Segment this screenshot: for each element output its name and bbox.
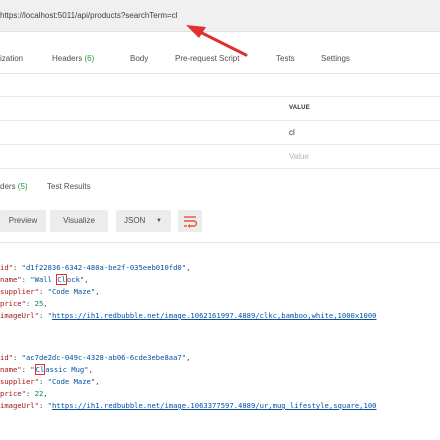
json-line-supplier: supplier": "Code Maze", bbox=[0, 377, 100, 386]
wrap-lines-button[interactable] bbox=[178, 210, 202, 232]
json-line-supplier: supplier": "Code Maze", bbox=[0, 287, 100, 296]
param-value[interactable]: cl bbox=[289, 128, 295, 137]
params-row[interactable] bbox=[0, 120, 440, 144]
value-column-header: VALUE bbox=[289, 105, 310, 111]
search-highlight: Cl bbox=[56, 274, 67, 285]
format-select[interactable]: JSON ▼ bbox=[116, 210, 171, 232]
tab-pre-request-script[interactable]: Pre-request Script bbox=[175, 54, 239, 63]
json-line-id: id": "d1f22836-6342-480a-be2f-035eeb010f… bbox=[0, 263, 191, 272]
request-tabs: ization Headers (6) Body Pre-request Scr… bbox=[0, 44, 440, 74]
response-view-bar: Preview Visualize JSON ▼ bbox=[0, 206, 440, 236]
request-url[interactable]: https://localhost:5011/api/products?sear… bbox=[0, 11, 178, 20]
format-select-label: JSON bbox=[124, 216, 146, 225]
json-line-name: name": "Classic Mug", bbox=[0, 364, 93, 375]
json-line-image-url: imageUrl": "https://ih1.redbubble.net/im… bbox=[0, 401, 377, 410]
response-tabs: ders (5) Test Results bbox=[0, 180, 440, 196]
tab-body[interactable]: Body bbox=[130, 54, 148, 63]
tab-settings[interactable]: Settings bbox=[321, 54, 350, 63]
tab-headers[interactable]: Headers (6) bbox=[52, 54, 94, 63]
wrap-icon bbox=[184, 216, 198, 228]
chevron-down-icon: ▼ bbox=[156, 218, 162, 224]
tab-authorization[interactable]: ization bbox=[0, 54, 23, 63]
response-divider bbox=[0, 242, 440, 243]
params-header-row bbox=[0, 96, 440, 120]
params-empty-row[interactable] bbox=[0, 144, 440, 168]
image-url-link[interactable]: https://ih1.redbubble.net/image.10621619… bbox=[52, 311, 377, 320]
json-line-image-url: imageUrl": "https://ih1.redbubble.net/im… bbox=[0, 311, 377, 320]
json-line-name: name": "Wall Clock", bbox=[0, 274, 89, 285]
param-value-placeholder[interactable]: Value bbox=[289, 152, 309, 161]
visualize-button[interactable]: Visualize bbox=[50, 210, 108, 232]
tab-tests[interactable]: Tests bbox=[276, 54, 295, 63]
json-line-price: price": 22, bbox=[0, 389, 48, 398]
search-highlight: Cl bbox=[34, 364, 46, 375]
tab-test-results[interactable]: Test Results bbox=[47, 182, 91, 191]
json-line-id: id": "ac7de2dc-049c-4328-ab06-6cde3ebe8a… bbox=[0, 353, 191, 362]
tab-response-headers[interactable]: ders (5) bbox=[0, 182, 28, 191]
json-line-price: price": 25, bbox=[0, 299, 48, 308]
preview-button[interactable]: Preview bbox=[0, 210, 46, 232]
image-url-link[interactable]: https://ih1.redbubble.net/image.10633775… bbox=[52, 401, 377, 410]
url-bar[interactable]: https://localhost:5011/api/products?sear… bbox=[0, 0, 440, 32]
